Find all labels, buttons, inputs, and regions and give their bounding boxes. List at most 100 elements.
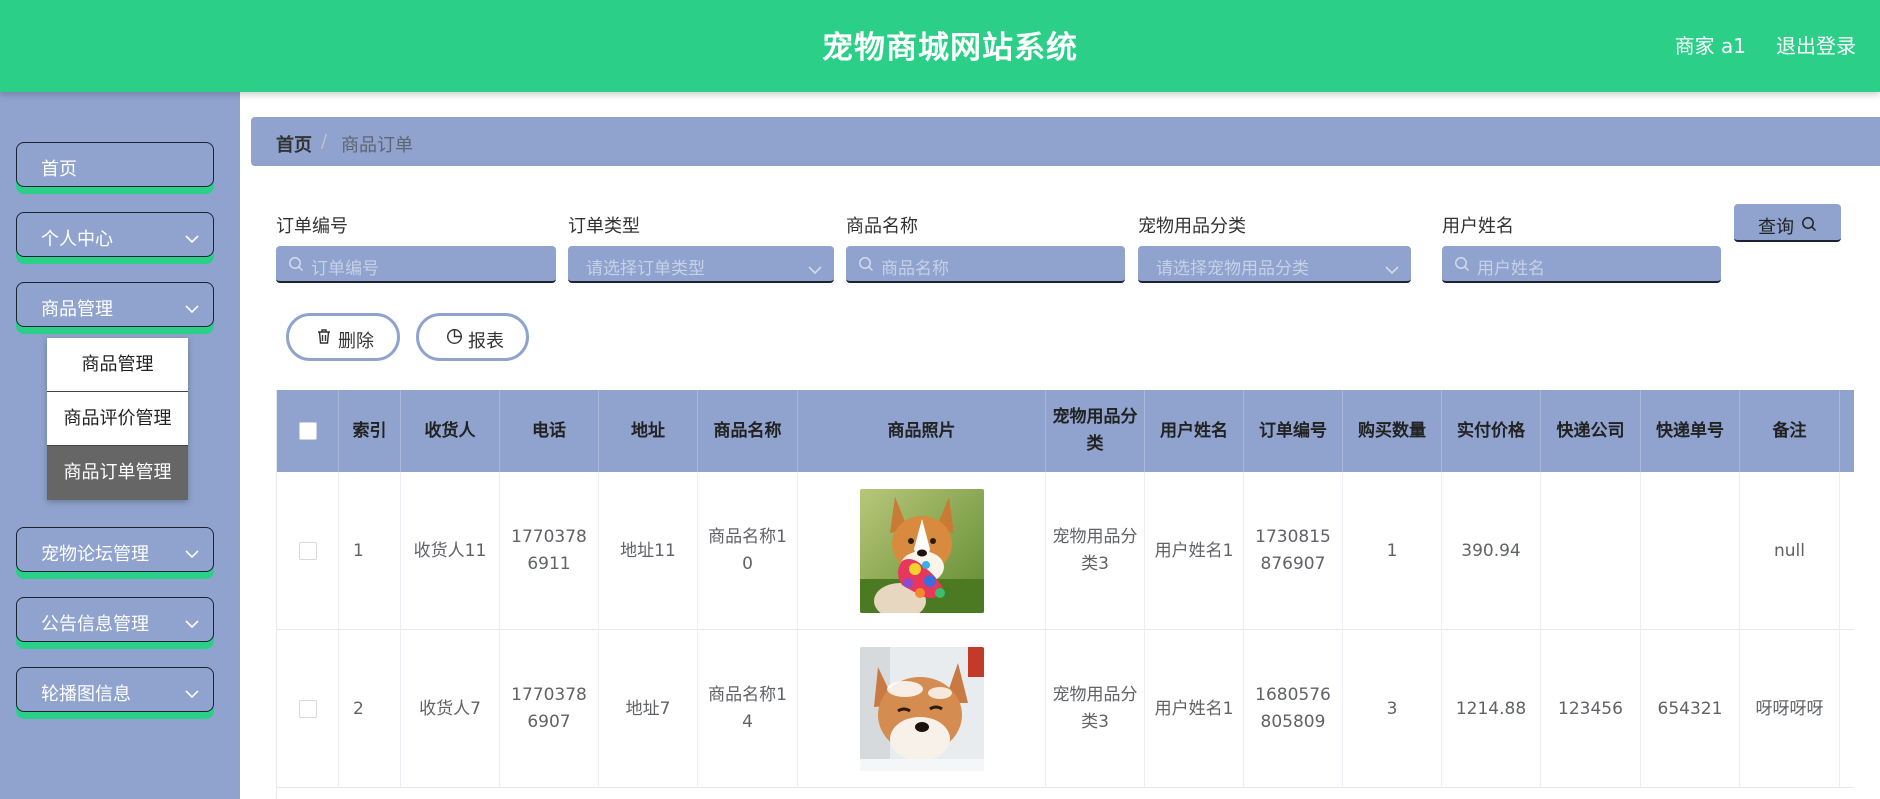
sidebar-item-product-management[interactable]: 商品管理 [16, 282, 214, 327]
cell-order-number: 1680576805809 [1244, 630, 1343, 788]
cell-tracking-number: 654321 [1641, 630, 1740, 788]
cell-product-photo [798, 472, 1046, 630]
pet-supply-category-placeholder: 请选择宠物用品分类 [1156, 259, 1309, 279]
orders-table: 索引 收货人 电话 地址 商品名称 商品照片 宠物用品分类 用户姓名 订单编号 … [276, 390, 1854, 799]
sidebar-item-label: 轮播图信息 [41, 684, 131, 705]
header-select-all[interactable] [277, 390, 339, 472]
column-header: 快递公司 [1541, 390, 1641, 472]
column-header: 商品名称 [698, 390, 798, 472]
submenu-item-products[interactable]: 商品管理 [47, 338, 188, 392]
chevron-down-icon [185, 684, 199, 703]
cell-courier [1541, 472, 1641, 630]
delete-button-label: 删除 [338, 331, 374, 352]
cell-address: 地址7 [599, 630, 698, 788]
cell-quantity: 1 [1343, 472, 1442, 630]
sidebar-item-label: 宠物论坛管理 [41, 544, 149, 565]
column-header: 快递单号 [1641, 390, 1740, 472]
cell-index: 2 [339, 630, 401, 788]
breadcrumb-home[interactable]: 首页 [276, 131, 312, 157]
chevron-down-icon [1385, 260, 1399, 279]
column-header: 实付价格 [1442, 390, 1541, 472]
column-header: 地址 [599, 390, 698, 472]
column-header: 索引 [339, 390, 401, 472]
query-button-label: 查询 [1758, 217, 1794, 238]
product-photo-corgi [859, 489, 984, 613]
column-header-overflow [1840, 390, 1854, 472]
sidebar-item-announcements[interactable]: 公告信息管理 [16, 597, 214, 642]
pet-supply-category-label: 宠物用品分类 [1138, 216, 1246, 237]
column-header: 宠物用品分类 [1046, 390, 1145, 472]
select-all-checkbox[interactable] [298, 422, 317, 440]
cell-overflow [1840, 472, 1854, 630]
submenu-item-product-orders[interactable]: 商品订单管理 [47, 446, 188, 500]
logout-link[interactable]: 退出登录 [1776, 30, 1856, 59]
row-checkbox[interactable] [298, 542, 317, 560]
report-button-label: 报表 [468, 331, 504, 352]
delete-button[interactable]: 删除 [286, 313, 400, 361]
site-title: 宠物商城网站系统 [822, 30, 1078, 66]
chevron-down-icon [185, 544, 199, 563]
user-name-placeholder: 用户姓名 [1477, 259, 1545, 279]
search-icon [1454, 256, 1470, 276]
sidebar-item-carousel[interactable]: 轮播图信息 [16, 667, 214, 712]
row-checkbox[interactable] [298, 700, 317, 718]
sidebar-item-personal-center[interactable]: 个人中心 [16, 212, 214, 257]
product-name-input[interactable]: 商品名称 [846, 246, 1125, 283]
cell-quantity: 3 [1343, 630, 1442, 788]
top-header: 宠物商城网站系统 商家 a1 退出登录 [0, 0, 1880, 92]
order-type-select[interactable]: 请选择订单类型 [568, 246, 834, 283]
product-name-label: 商品名称 [846, 216, 918, 237]
trash-icon [316, 328, 332, 349]
cell-courier: 123456 [1541, 630, 1641, 788]
breadcrumb-current: 商品订单 [341, 135, 413, 156]
query-button[interactable]: 查询 [1734, 204, 1841, 242]
sidebar-item-label: 商品管理 [41, 299, 113, 320]
cell-category: 宠物用品分类3 [1046, 472, 1145, 630]
search-icon [858, 256, 874, 276]
cell-receiver: 收货人7 [401, 630, 500, 788]
cell-receiver: 收货人11 [401, 472, 500, 630]
cell-user-name: 用户姓名1 [1145, 472, 1244, 630]
cell-price: 390.94 [1442, 472, 1541, 630]
user-name-input[interactable]: 用户姓名 [1442, 246, 1721, 283]
cell-product-name: 商品名称10 [698, 472, 798, 630]
order-number-input[interactable]: 订单编号 [276, 246, 556, 283]
column-header: 商品照片 [798, 390, 1046, 472]
cell-user-name: 用户姓名1 [1145, 630, 1244, 788]
cell-overflow [1840, 630, 1854, 788]
column-header: 收货人 [401, 390, 500, 472]
column-header: 订单编号 [1244, 390, 1343, 472]
cell-index: 1 [339, 472, 401, 630]
order-type-placeholder: 请选择订单类型 [586, 259, 705, 279]
pie-chart-icon [446, 328, 463, 349]
sidebar-item-label: 个人中心 [41, 229, 113, 250]
report-button[interactable]: 报表 [416, 313, 529, 361]
product-name-placeholder: 商品名称 [881, 259, 949, 279]
column-header: 用户姓名 [1145, 390, 1244, 472]
table-row [277, 788, 1854, 799]
chevron-down-icon [185, 229, 199, 248]
sidebar-item-pet-forum[interactable]: 宠物论坛管理 [16, 527, 214, 572]
product-photo-shiba [859, 647, 984, 771]
sidebar-item-label: 公告信息管理 [41, 614, 149, 635]
chevron-down-icon [185, 614, 199, 633]
column-header: 备注 [1740, 390, 1840, 472]
table-row: 1 收货人11 17703786911 地址11 商品名称10 宠物用品分类3 … [277, 472, 1854, 630]
cell-phone: 17703786911 [500, 472, 599, 630]
table-row: 2 收货人7 17703786907 地址7 商品名称14 宠物用品分类3 用户… [277, 630, 1854, 788]
breadcrumb: 首页 / 商品订单 [251, 117, 1880, 166]
cell-remark: null [1740, 472, 1840, 630]
sidebar-item-home[interactable]: 首页 [16, 142, 214, 187]
cell-order-number: 1730815876907 [1244, 472, 1343, 630]
pet-supply-category-select[interactable]: 请选择宠物用品分类 [1138, 246, 1411, 283]
search-icon [1801, 216, 1817, 236]
user-name-label: 用户姓名 [1442, 216, 1514, 237]
submenu-item-product-reviews[interactable]: 商品评价管理 [47, 392, 188, 446]
cell-address: 地址11 [599, 472, 698, 630]
table-header: 索引 收货人 电话 地址 商品名称 商品照片 宠物用品分类 用户姓名 订单编号 … [277, 390, 1854, 472]
row-select-cell [277, 630, 339, 788]
chevron-down-icon [185, 299, 199, 318]
cell-phone: 17703786907 [500, 630, 599, 788]
chevron-down-icon [808, 260, 822, 279]
order-number-placeholder: 订单编号 [311, 259, 379, 279]
